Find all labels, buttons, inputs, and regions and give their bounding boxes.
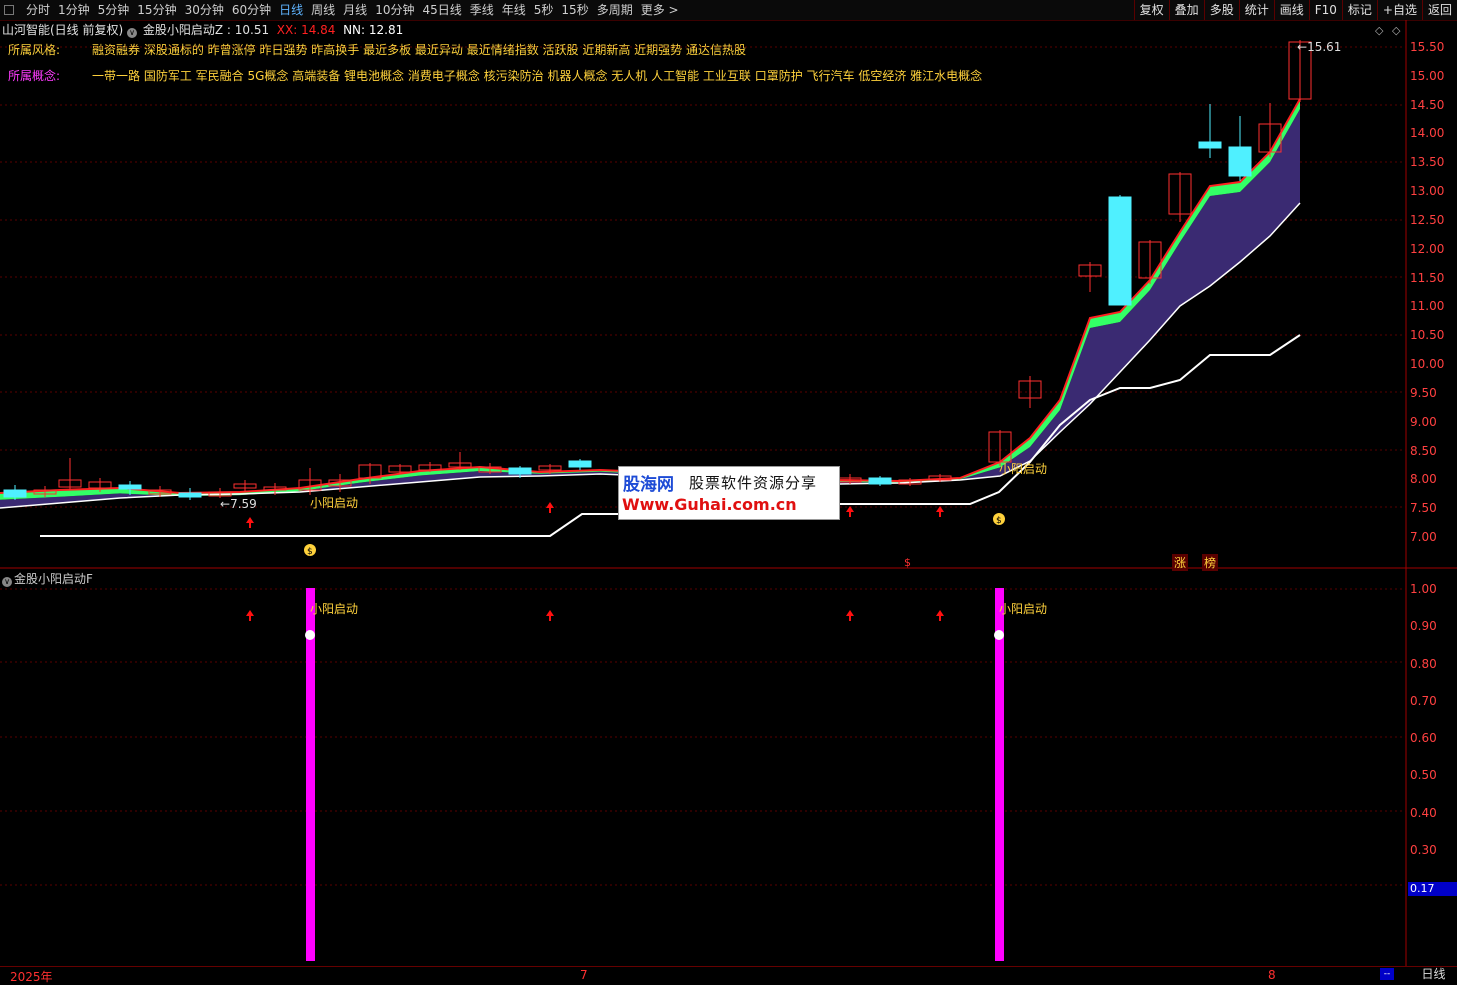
price-tick: 15.00 (1410, 68, 1445, 83)
price-tick: 8.00 (1410, 472, 1437, 487)
indicator-panel-header: ∨ 金股小阳启动F (2, 570, 93, 587)
indicator-tick: 0.70 (1410, 693, 1437, 708)
up-arrow-icon (246, 610, 254, 621)
candle-body (1198, 141, 1222, 149)
watermark-site: 股海网 (623, 475, 674, 495)
band-green (0, 99, 1300, 500)
candle-body (1228, 146, 1252, 177)
price-tick: 9.50 (1410, 385, 1437, 400)
period-label[interactable]: 日线 (1410, 966, 1457, 982)
candle-body (568, 460, 592, 468)
band-purple (0, 109, 1300, 508)
price-tick: 10.00 (1410, 357, 1445, 372)
indicator-toggle-icon[interactable]: ∨ (2, 577, 12, 587)
low-marker-value: 7.59 (230, 497, 257, 511)
candle-body (3, 489, 27, 498)
price-tick: 14.00 (1410, 126, 1445, 141)
indicator-tick: 0.60 (1410, 731, 1437, 746)
signal-label: 小阳启动 (999, 602, 1048, 616)
price-tick: 15.50 (1410, 40, 1445, 54)
time-axis: 2025年 7 8 (0, 966, 1457, 984)
price-tick: 11.00 (1410, 299, 1445, 314)
candle-body (118, 484, 142, 490)
price-tick: 12.50 (1410, 212, 1445, 227)
signal-label: 小阳启动 (310, 496, 359, 510)
price-tick: 7.50 (1410, 501, 1437, 516)
watermark: 股海网 股票软件资源分享 Www.Guhai.com.cn (618, 466, 840, 520)
up-arrow-icon (936, 610, 944, 621)
month-label: 7 (580, 968, 588, 982)
watermark-url: Www.Guhai.com.cn (622, 495, 797, 514)
signal-label: 小阳启动 (999, 462, 1048, 476)
indicator-tick: 0.90 (1410, 619, 1437, 634)
svg-text:$: $ (307, 547, 313, 557)
up-arrow-icon (546, 610, 554, 621)
indicator-tick: 0.40 (1410, 805, 1437, 820)
low-marker: ←7.59 (220, 497, 257, 511)
signal-label: 小阳启动 (310, 602, 359, 616)
price-tick: 11.50 (1410, 270, 1445, 285)
month-label: 8 (1268, 968, 1276, 982)
dollar-marker-icon: $ (904, 556, 911, 569)
indicator-dot (305, 630, 315, 640)
candle-body (508, 467, 532, 475)
high-marker-value: 15.61 (1307, 40, 1342, 54)
money-bag-icon: $ (304, 544, 316, 557)
indicator-tick: 0.50 (1410, 768, 1437, 783)
current-value-badge: 0.17 (1408, 882, 1457, 896)
price-tick: 12.00 (1410, 241, 1445, 256)
up-arrow-icon (546, 502, 554, 513)
price-tick: 8.50 (1410, 443, 1437, 458)
up-arrow-icon (246, 517, 254, 528)
indicator-tick: 0.80 (1410, 656, 1437, 671)
indicator-tick: 1.00 (1410, 582, 1437, 596)
scroll-indicator[interactable]: -- (1380, 968, 1394, 980)
price-tick: 10.50 (1410, 328, 1445, 343)
up-arrow-icon (936, 506, 944, 517)
candle-body (868, 477, 892, 485)
indicator-bar (995, 588, 1004, 961)
rank-badge[interactable]: 榜 (1202, 554, 1219, 571)
price-tick: 13.50 (1410, 155, 1445, 170)
candle-body (1108, 196, 1132, 306)
candles (3, 40, 1312, 500)
price-tick: 9.00 (1410, 414, 1437, 429)
money-bag-icon: $ (993, 513, 1005, 526)
watermark-slogan: 股票软件资源分享 (689, 474, 818, 492)
candle-body (178, 492, 202, 498)
indicator-tick: 0.30 (1410, 843, 1437, 857)
price-tick: 14.50 (1410, 97, 1445, 112)
indicator-bar (306, 588, 315, 961)
limit-up-badge[interactable]: 涨 (1172, 554, 1189, 571)
red-line (0, 98, 1301, 495)
price-tick: 13.00 (1410, 184, 1445, 199)
diamond-icon[interactable]: ◇ (1375, 24, 1384, 37)
up-arrow-icon (846, 506, 854, 517)
high-marker: ←15.61 (1297, 40, 1342, 54)
svg-text:$: $ (996, 516, 1002, 526)
up-arrow-icon (846, 610, 854, 621)
diamond-icon[interactable]: ◇ (1392, 24, 1401, 37)
price-tick: 7.00 (1410, 530, 1437, 544)
indicator-dot (994, 630, 1004, 640)
year-label: 2025年 (10, 970, 53, 984)
indicator-panel-title[interactable]: 金股小阳启动F (14, 572, 93, 586)
